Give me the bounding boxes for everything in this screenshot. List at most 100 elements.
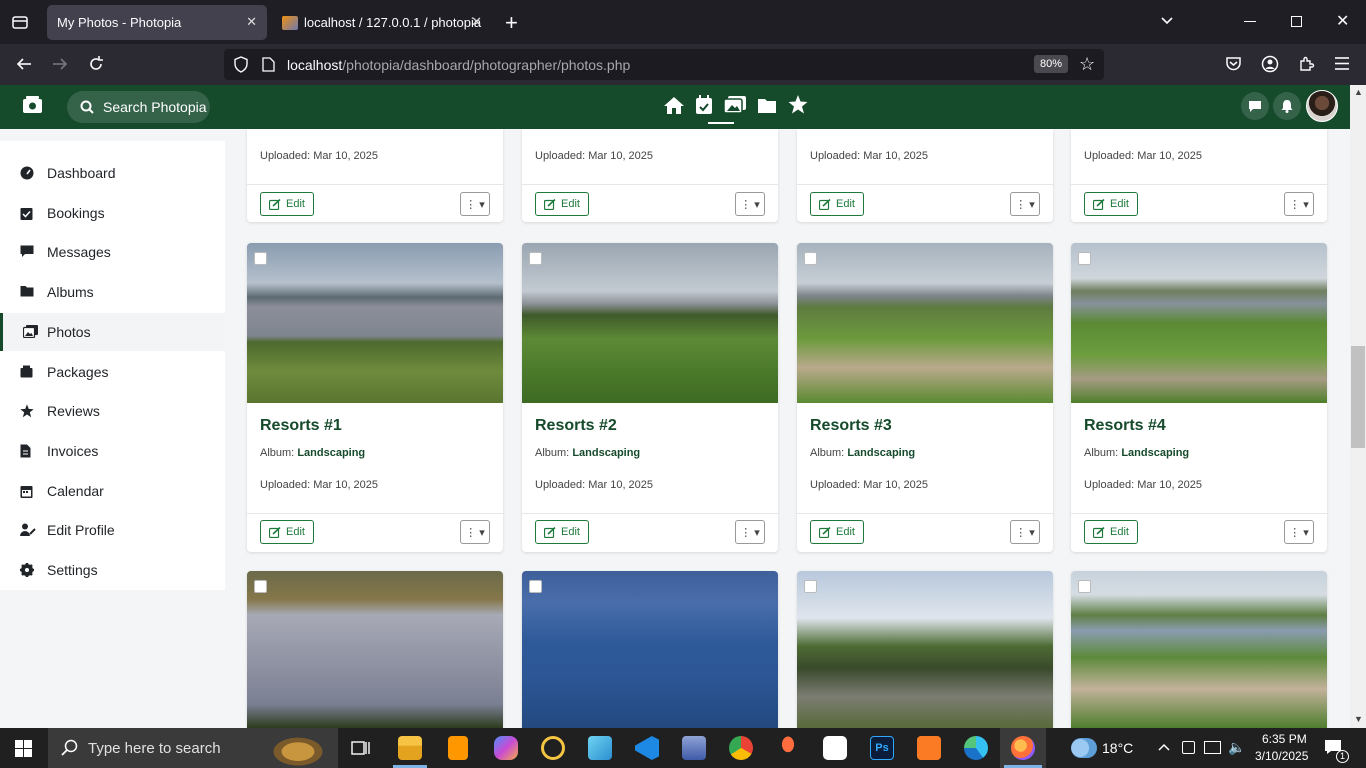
sublime-text-icon[interactable] [448, 736, 468, 760]
sidebar-item-calendar[interactable]: Calendar [0, 472, 225, 510]
page-icon[interactable] [262, 57, 275, 75]
more-options-button[interactable]: ⋮ ▾ [1010, 520, 1040, 544]
bookmark-star-icon[interactable]: ☆ [1079, 54, 1095, 75]
photo-thumbnail[interactable] [797, 243, 1053, 403]
sidebar-item-edit-profile[interactable]: Edit Profile [0, 511, 225, 549]
more-options-button[interactable]: ⋮ ▾ [460, 192, 490, 216]
weather-icon[interactable] [1071, 738, 1097, 758]
device-icon[interactable] [1182, 741, 1195, 754]
chevron-up-icon[interactable] [1157, 740, 1171, 759]
clock-time[interactable]: 6:35 PM [1262, 732, 1307, 746]
clock-date[interactable]: 3/10/2025 [1255, 749, 1308, 763]
list-all-tabs-icon[interactable] [1159, 13, 1175, 34]
more-options-button[interactable]: ⋮ ▾ [1284, 192, 1314, 216]
edit-button[interactable]: Edit [535, 192, 589, 216]
edit-button[interactable]: Edit [535, 520, 589, 544]
pocket-icon[interactable] [1225, 56, 1242, 77]
photo-thumbnail[interactable] [797, 571, 1053, 728]
task-view-icon[interactable] [351, 739, 370, 762]
calendar-check-icon[interactable] [695, 95, 713, 120]
tab-phpmyadmin[interactable]: localhost / 127.0.0.1 / photopia ✕ [272, 5, 492, 40]
folder-icon[interactable] [757, 97, 777, 119]
restore-icon[interactable] [1291, 16, 1302, 27]
photo-thumbnail[interactable] [247, 243, 503, 403]
more-options-button[interactable]: ⋮ ▾ [735, 192, 765, 216]
album-link[interactable]: Landscaping [572, 447, 640, 459]
photopia-logo-icon[interactable] [22, 95, 43, 119]
minimize-icon[interactable] [1244, 21, 1256, 22]
edit-button[interactable]: Edit [1084, 192, 1138, 216]
scroll-up-icon[interactable]: ▲ [1354, 87, 1363, 97]
scrollbar-thumb[interactable] [1351, 346, 1365, 448]
forward-icon[interactable] [51, 55, 69, 78]
notifications-bell-icon[interactable] [1273, 92, 1301, 120]
edit-button[interactable]: Edit [810, 192, 864, 216]
album-link[interactable]: Landscaping [297, 447, 365, 459]
sidebar-item-bookings[interactable]: Bookings [0, 194, 225, 232]
capcut-icon[interactable] [823, 736, 847, 760]
windows-start-icon[interactable] [15, 740, 32, 762]
select-checkbox[interactable] [254, 580, 267, 593]
select-checkbox[interactable] [254, 252, 267, 265]
photoshop-icon[interactable]: Ps [870, 736, 894, 760]
sidebar-item-packages[interactable]: Packages [0, 353, 225, 391]
sidebar-item-messages[interactable]: Messages [0, 233, 225, 271]
select-checkbox[interactable] [804, 580, 817, 593]
close-window-icon[interactable]: ✕ [1336, 11, 1349, 31]
network-icon[interactable] [1204, 741, 1221, 754]
home-icon[interactable] [663, 96, 685, 120]
taskbar-search-box[interactable]: Type here to search [48, 728, 338, 768]
sidebar-item-dashboard[interactable]: Dashboard [0, 154, 225, 192]
app-knot-icon[interactable] [541, 736, 565, 760]
photo-thumbnail[interactable] [247, 571, 503, 728]
vscode-icon[interactable] [635, 736, 659, 760]
more-options-button[interactable]: ⋮ ▾ [1010, 192, 1040, 216]
select-checkbox[interactable] [1078, 252, 1091, 265]
search-photopia-button[interactable]: Search Photopia [67, 91, 210, 123]
avatar[interactable] [1306, 90, 1338, 122]
photo-thumbnail[interactable] [522, 243, 778, 403]
edit-button[interactable]: Edit [810, 520, 864, 544]
edit-button[interactable]: Edit [260, 192, 314, 216]
weather-temp[interactable]: 18°C [1102, 740, 1133, 756]
sidebar-item-albums[interactable]: Albums [0, 273, 225, 311]
select-checkbox[interactable] [529, 580, 542, 593]
file-explorer-icon[interactable] [398, 736, 422, 760]
images-icon[interactable] [723, 96, 746, 119]
photo-thumbnail[interactable] [522, 571, 778, 728]
album-link[interactable]: Landscaping [1121, 447, 1189, 459]
xampp-icon[interactable] [917, 736, 941, 760]
chrome-icon[interactable] [729, 736, 753, 760]
tab-my-photos[interactable]: My Photos - Photopia ✕ [47, 5, 267, 40]
messages-button[interactable] [1241, 92, 1269, 120]
firefox-icon[interactable] [1011, 736, 1035, 760]
select-checkbox[interactable] [1078, 580, 1091, 593]
more-options-button[interactable]: ⋮ ▾ [735, 520, 765, 544]
tab-list-icon[interactable] [11, 13, 29, 36]
edit-button[interactable]: Edit [1084, 520, 1138, 544]
notepad-icon[interactable] [588, 736, 612, 760]
star-icon[interactable] [788, 95, 808, 119]
zoom-badge[interactable]: 80% [1034, 55, 1069, 73]
microphone-icon[interactable] [776, 736, 800, 760]
more-options-button[interactable]: ⋮ ▾ [1284, 520, 1314, 544]
shield-icon[interactable] [233, 56, 249, 76]
volume-icon[interactable]: 🔈 [1228, 739, 1245, 756]
more-options-button[interactable]: ⋮ ▾ [460, 520, 490, 544]
menu-icon[interactable] [1335, 57, 1349, 75]
select-checkbox[interactable] [529, 252, 542, 265]
page-scrollbar[interactable]: ▲ ▼ [1350, 85, 1366, 728]
url-field[interactable]: localhost/photopia/dashboard/photographe… [224, 49, 1104, 80]
edit-button[interactable]: Edit [260, 520, 314, 544]
sidebar-item-reviews[interactable]: Reviews [0, 392, 225, 430]
select-checkbox[interactable] [804, 252, 817, 265]
photo-thumbnail[interactable] [1071, 571, 1327, 728]
back-icon[interactable] [15, 55, 33, 78]
photo-thumbnail[interactable] [1071, 243, 1327, 403]
close-tab-icon[interactable]: ✕ [246, 14, 257, 30]
new-tab-icon[interactable]: + [505, 10, 518, 36]
album-link[interactable]: Landscaping [847, 447, 915, 459]
edge-icon[interactable] [964, 736, 988, 760]
close-tab-icon[interactable]: ✕ [471, 14, 482, 30]
extensions-icon[interactable] [1298, 55, 1315, 77]
